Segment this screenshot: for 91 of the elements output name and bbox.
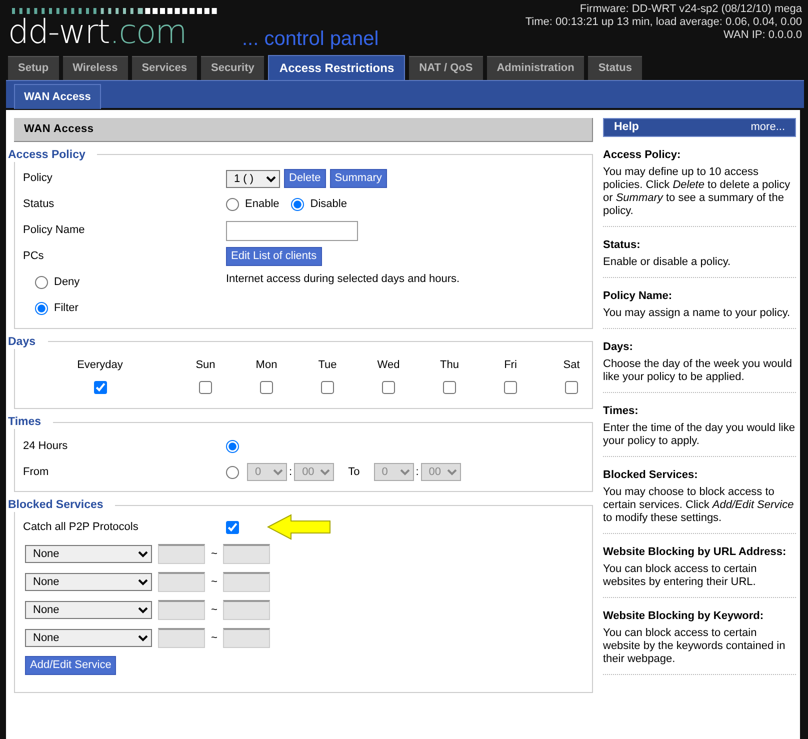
help-heading: Status:	[603, 239, 642, 252]
field-label: Policy Name	[23, 223, 86, 238]
day-label: Thu	[440, 358, 459, 372]
help-text: You may assign a name to your policy.	[603, 307, 792, 320]
help-heading: Website Blocking by Keyword:	[603, 610, 765, 623]
range-separator: ~	[211, 602, 218, 618]
day-label: Sun	[196, 358, 216, 372]
help-title: Help	[614, 120, 639, 135]
field-label: To	[348, 464, 360, 480]
time-separator: :	[416, 464, 419, 480]
logo-bars-icon	[12, 8, 217, 14]
radio-button[interactable]	[226, 440, 239, 452]
radio-button[interactable]	[35, 302, 48, 315]
section-legend: Blocked Services	[8, 498, 116, 512]
service-select[interactable]: None	[25, 573, 152, 591]
nav-tab[interactable]: Access Restrictions	[268, 55, 406, 80]
help-heading: Days:	[603, 341, 634, 354]
time-separator: :	[289, 464, 292, 480]
help-text: Enable or disable a policy.	[603, 256, 732, 269]
day-label: Wed	[377, 358, 400, 372]
field-label: From	[23, 464, 50, 480]
field-label: 24 Hours	[23, 438, 69, 454]
checkbox[interactable]	[382, 381, 395, 394]
option-label: Enable	[245, 197, 280, 212]
section-legend: Times	[8, 415, 54, 429]
help-heading: Policy Name:	[603, 290, 674, 303]
page-title: WAN Access	[14, 118, 593, 142]
add-edit-service-button[interactable]: Add/Edit Service	[25, 656, 116, 674]
nav-tab[interactable]: Administration	[486, 56, 584, 80]
checkbox[interactable]	[321, 381, 334, 394]
service-select[interactable]: None	[25, 545, 152, 563]
nav-tab[interactable]: Security	[200, 56, 264, 80]
help-text: Choose the day of the week you would like your policy to be applied.	[603, 358, 793, 384]
sub-tab[interactable]: WAN Access	[14, 84, 101, 109]
range-separator: ~	[211, 546, 218, 562]
header-info-text: WAN IP: 0.0.0.0	[722, 29, 802, 42]
option-label: Filter	[54, 301, 78, 316]
help-text: You can block access to certain websites by entering their URL.	[603, 563, 758, 589]
nav-tab[interactable]: Setup	[8, 56, 59, 80]
section-legend: Days	[8, 334, 48, 348]
day-label: Everyday	[77, 358, 123, 372]
section-legend: Access Policy	[8, 148, 98, 162]
action-button[interactable]: Delete	[284, 169, 326, 188]
checkbox[interactable]	[260, 381, 273, 394]
service-select[interactable]: None	[25, 629, 152, 647]
radio-button[interactable]	[226, 198, 239, 211]
help-heading: Website Blocking by URL Address:	[603, 546, 788, 559]
day-label: Sat	[563, 358, 580, 372]
checkbox[interactable]	[199, 381, 212, 394]
help-text: You may choose to block access to certain services. Click Add/Edit Service to modify these settings.	[603, 486, 795, 525]
text-field[interactable]	[226, 220, 358, 240]
radio-button[interactable]	[226, 466, 239, 478]
checkbox[interactable]	[226, 520, 239, 534]
field-label: Policy	[23, 171, 54, 186]
help-heading: Times:	[603, 405, 640, 418]
help-text: You can block access to certain website by the keywords contained in their webpage.	[603, 627, 786, 666]
checkbox[interactable]	[443, 381, 456, 394]
more-link[interactable]: more...	[750, 119, 785, 136]
option-label: Disable	[310, 197, 347, 212]
checkbox[interactable]	[504, 381, 517, 394]
day-label: Tue	[318, 358, 337, 372]
help-text: You may define up to 10 access policies. Click Delete to delete a policy or Summary to see a summary of the policy.	[603, 166, 792, 218]
edit-clients-button[interactable]: Edit List of clients	[226, 247, 322, 266]
day-label: Mon	[256, 358, 278, 372]
help-text: Enter the time of the day you would like your policy to apply.	[603, 422, 796, 448]
field-label: PCs	[23, 249, 45, 264]
range-separator: ~	[211, 630, 218, 646]
logo: dd-wrt.com	[8, 14, 188, 50]
help-heading: Blocked Services:	[603, 469, 699, 482]
option-label: Deny	[54, 275, 80, 290]
header-info-text: Firmware: DD-WRT v24-sp2 (08/12/10) mega	[578, 3, 802, 16]
field-label: Status	[23, 197, 56, 212]
radio-button[interactable]	[35, 276, 48, 289]
help-heading: Access Policy:	[603, 149, 682, 162]
field-label: Catch all P2P Protocols	[23, 520, 140, 535]
action-button[interactable]: Summary	[330, 169, 387, 188]
note-text: Internet access during selected days and hours.	[226, 272, 460, 288]
nav-tab[interactable]: NAT / QoS	[409, 56, 483, 80]
nav-tab[interactable]: Status	[588, 56, 642, 80]
arrow-icon	[267, 514, 331, 540]
checkbox[interactable]	[565, 381, 578, 394]
policy-select[interactable]: 1 ( )	[226, 170, 280, 188]
tagline: ... control panel	[242, 27, 379, 52]
checkbox[interactable]	[94, 381, 106, 394]
day-label: Fri	[504, 358, 517, 372]
service-select[interactable]: None	[25, 601, 152, 619]
radio-button[interactable]	[291, 198, 304, 211]
header-info-text: Time: 00:13:21 up 13 min, load average: 0.06, 0.04, 0.00	[525, 16, 802, 29]
nav-tab[interactable]: Wireless	[62, 56, 128, 80]
range-separator: ~	[211, 574, 218, 590]
nav-tab[interactable]: Services	[132, 56, 197, 80]
